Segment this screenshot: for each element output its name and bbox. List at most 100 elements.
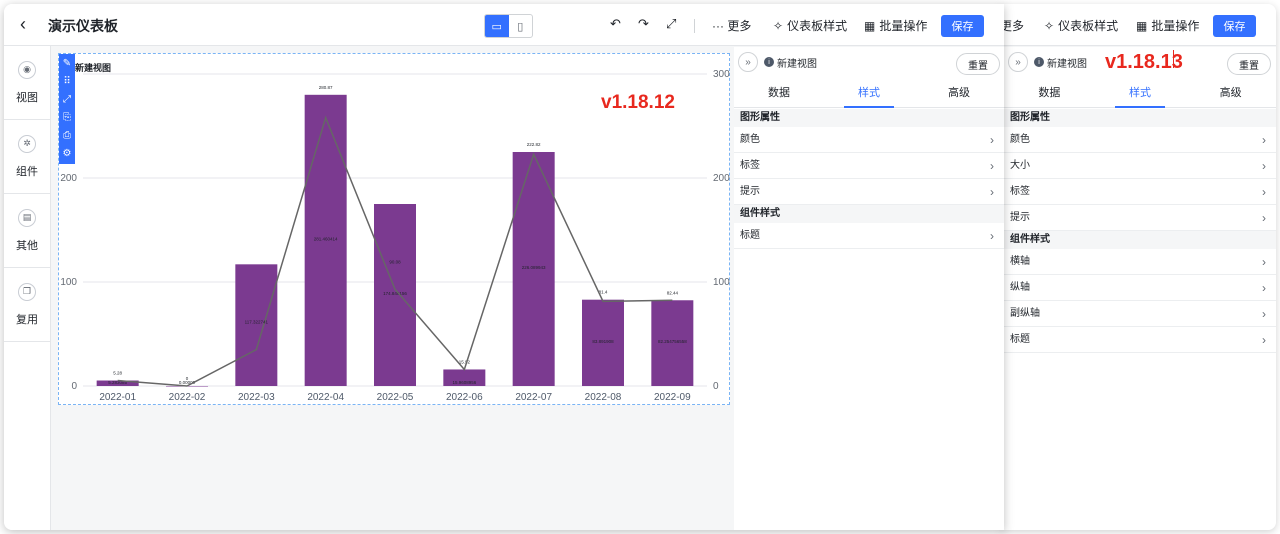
tab-advanced[interactable]: 高级 — [1185, 79, 1276, 107]
row-title[interactable]: 标题 › — [1004, 327, 1276, 353]
row-label[interactable]: 标签 › — [1004, 179, 1276, 205]
version-label: v1.18.12 — [601, 92, 675, 113]
more-button[interactable]: ··· 更多 — [712, 17, 751, 34]
topbar: ‹ 演示仪表板 ▭ ▯ ↶ ↷ ⤢ ··· 更多 ✧ 仪表板样式 ▦ 批量操作 保存 — [4, 4, 1004, 46]
style-sections: 图形属性 颜色 › 标签 › 提示 › 组件样式 标题 › — [734, 109, 1004, 249]
style-sections: 图形属性 颜色 › 大小 › 标签 › 提示 › 组件样式 横轴 › 纵轴 › 副纵轴 › 标… — [1004, 109, 1276, 353]
y2-tick-label: 100 — [713, 277, 730, 288]
nav-item-other[interactable]: ▤ 其他 — [4, 194, 50, 268]
undo-icon[interactable]: ↶ — [610, 16, 621, 32]
y2-tick-label: 300 — [713, 69, 730, 80]
x-tick-label: 2022-07 — [515, 392, 552, 403]
chevron-right-icon: › — [990, 184, 994, 199]
bar-value-label: 82.44 — [667, 290, 679, 295]
mobile-icon[interactable]: ▯ — [509, 15, 533, 37]
collapse-icon[interactable]: » — [738, 52, 758, 72]
section-title: 组件样式 — [734, 205, 1004, 223]
chevron-right-icon: › — [1262, 254, 1266, 269]
bar-value-label: 15.92 — [459, 359, 471, 364]
copy-icon: ❐ — [18, 282, 36, 301]
bar-value-label: 280.87 — [319, 85, 333, 90]
grid-icon: ▦ — [1136, 18, 1148, 33]
bar-value-label: 5.28 — [113, 371, 122, 376]
back-properties-panel: » i 新建视图 v1.18.13 重置 数据 样式 高级 图形属性 颜色 › 大… — [1004, 47, 1276, 530]
y2-tick-label: 0 — [713, 381, 719, 392]
front-window: ‹ 演示仪表板 ▭ ▯ ↶ ↷ ⤢ ··· 更多 ✧ 仪表板样式 ▦ 批量操作 保存… — [4, 4, 1004, 530]
tab-data[interactable]: 数据 — [734, 79, 824, 107]
chevron-right-icon: › — [1262, 332, 1266, 347]
toolbar-divider — [694, 19, 695, 33]
magic-wand-icon: ✧ — [773, 18, 784, 33]
redo-icon[interactable]: ↷ — [638, 16, 649, 32]
save-button[interactable]: 保存 — [941, 15, 984, 37]
row-label[interactable]: 标签 › — [734, 153, 1004, 179]
tab-style[interactable]: 样式 — [824, 79, 914, 108]
dashboard-title: 演示仪表板 — [48, 18, 118, 34]
x-tick-label: 2022-03 — [238, 392, 275, 403]
grid-icon: ▦ — [864, 18, 876, 33]
magic-wand-icon: ✧ — [1044, 18, 1055, 33]
reset-button[interactable]: 重置 — [956, 53, 1000, 75]
tab-advanced[interactable]: 高级 — [914, 79, 1004, 107]
back-arrow-icon[interactable]: ‹ — [20, 14, 26, 35]
bar-inner-label: 15.9608956 — [452, 380, 476, 385]
dashboard-style-button[interactable]: ✧ 仪表板样式 — [773, 17, 847, 34]
chevron-right-icon: › — [1262, 280, 1266, 295]
chevron-right-icon: › — [990, 228, 994, 243]
nav-item-view[interactable]: ◉ 视图 — [4, 46, 50, 120]
section-title: 图形属性 — [1004, 109, 1276, 127]
info-icon: i — [764, 57, 774, 67]
nav-item-component[interactable]: ✲ 组件 — [4, 120, 50, 194]
export-icon[interactable]: ⎙ — [63, 128, 71, 143]
row-tooltip[interactable]: 提示 › — [1004, 205, 1276, 231]
chart-card[interactable]: 0 100 200 0 100 200 300 2022-01 5.28 5.283085 2022… — [58, 53, 730, 405]
bar-inner-label: 226.089943 — [522, 265, 546, 270]
batch-operation-button[interactable]: ▦ 批量操作 — [1136, 17, 1199, 34]
tab-data[interactable]: 数据 — [1004, 79, 1095, 107]
fullscreen-icon[interactable]: ⤢ — [666, 16, 676, 32]
link-icon[interactable]: ⎘ — [63, 110, 71, 125]
row-color[interactable]: 颜色 › — [1004, 127, 1276, 153]
row-x-axis[interactable]: 横轴 › — [1004, 249, 1276, 275]
row-y-axis[interactable]: 纵轴 › — [1004, 275, 1276, 301]
x-tick-label: 2022-08 — [585, 392, 622, 403]
tab-style[interactable]: 样式 — [1095, 79, 1186, 108]
x-tick-label: 2022-06 — [446, 392, 483, 403]
row-title[interactable]: 标题 › — [734, 223, 1004, 249]
y2-tick-label: 200 — [713, 173, 730, 184]
back-topbar: 更多 ✧ 仪表板样式 ▦ 批量操作 保存 — [1000, 4, 1276, 46]
line-value-label: 90.08 — [389, 259, 401, 264]
dashboard-style-button[interactable]: ✧ 仪表板样式 — [1044, 17, 1118, 34]
desktop-icon[interactable]: ▭ — [485, 15, 509, 37]
row-secondary-y-axis[interactable]: 副纵轴 › — [1004, 301, 1276, 327]
expand-icon[interactable]: ⤢ — [63, 92, 71, 107]
x-tick-label: 2022-01 — [99, 392, 136, 403]
reset-button[interactable]: 重置 — [1227, 53, 1271, 75]
drag-handle-icon[interactable]: ⠿ — [63, 74, 70, 89]
row-tooltip[interactable]: 提示 › — [734, 179, 1004, 205]
chevron-right-icon: › — [1262, 158, 1266, 173]
y-tick-label: 0 — [71, 381, 77, 392]
batch-operation-button[interactable]: ▦ 批量操作 — [864, 17, 927, 34]
chevron-right-icon: › — [1262, 306, 1266, 321]
nav-item-reuse[interactable]: ❐ 复用 — [4, 268, 50, 342]
edit-icon[interactable]: ✎ — [63, 56, 71, 71]
x-tick-label: 2022-05 — [377, 392, 414, 403]
back-window: 更多 ✧ 仪表板样式 ▦ 批量操作 保存 » i 新建视图 v1.18.13 重置 … — [1000, 4, 1276, 530]
bar-inner-label: 83.891908 — [592, 339, 614, 344]
section-title: 组件样式 — [1004, 231, 1276, 249]
save-button[interactable]: 保存 — [1213, 15, 1256, 37]
x-tick-label: 2022-04 — [307, 392, 344, 403]
section-title: 图形属性 — [734, 109, 1004, 127]
x-tick-label: 2022-02 — [169, 392, 206, 403]
device-toggle: ▭ ▯ — [484, 14, 533, 38]
settings-icon[interactable]: ⚙ — [63, 146, 72, 161]
gear-icon: ✲ — [18, 134, 36, 153]
panel-tabs: 数据 样式 高级 — [1004, 79, 1276, 108]
chart-title: 新建视图 — [75, 63, 112, 73]
row-size[interactable]: 大小 › — [1004, 153, 1276, 179]
chevron-right-icon: › — [1262, 210, 1266, 225]
row-color[interactable]: 颜色 › — [734, 127, 1004, 153]
x-tick-label: 2022-09 — [654, 392, 691, 403]
collapse-icon[interactable]: » — [1008, 52, 1028, 72]
